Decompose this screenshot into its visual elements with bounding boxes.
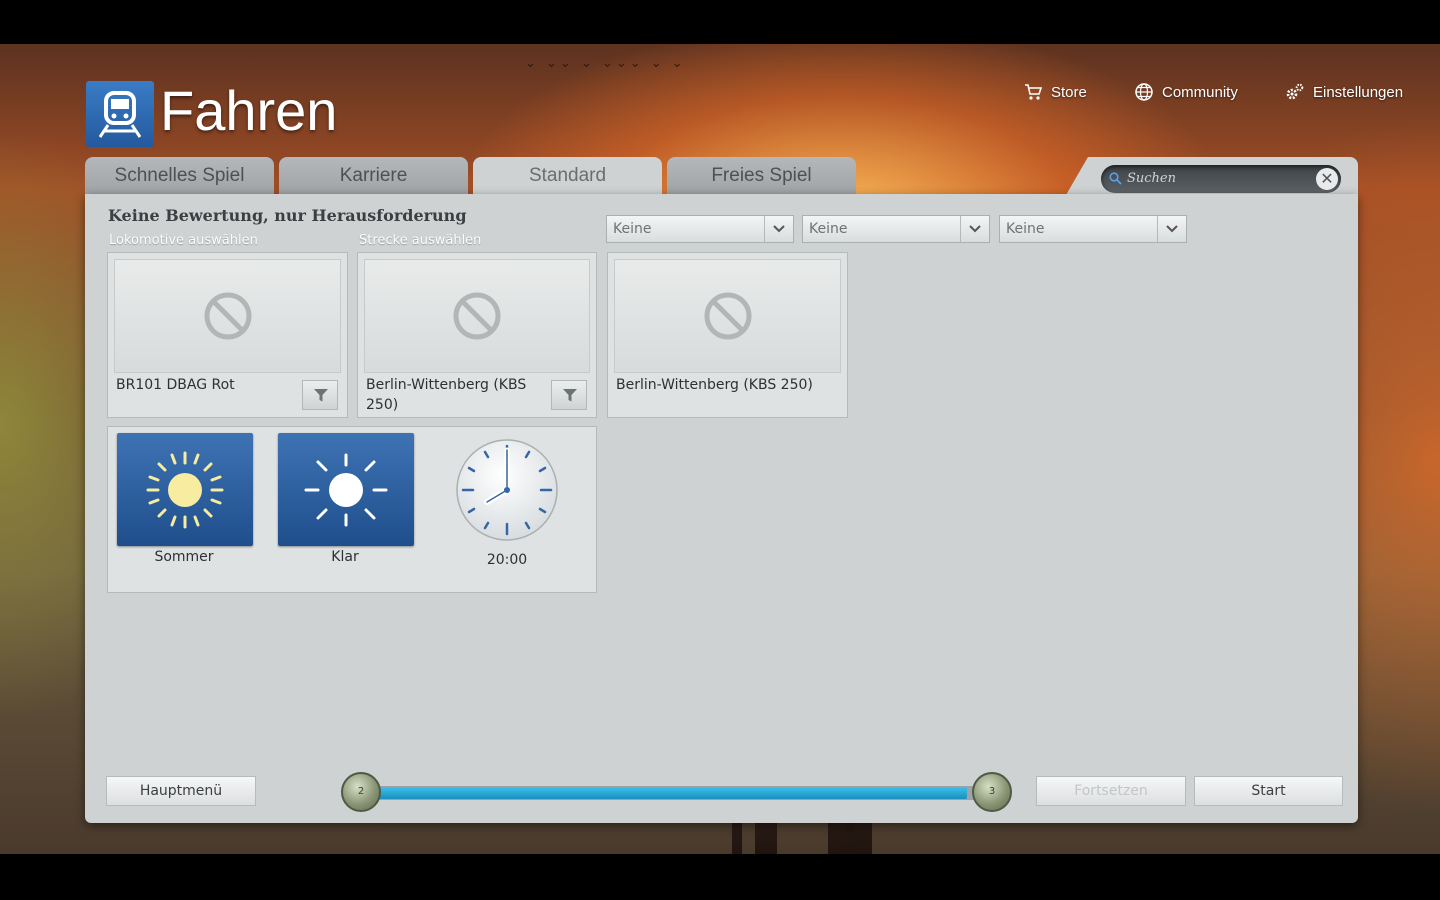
- time-selector[interactable]: [455, 438, 559, 542]
- route-thumbnail: [364, 259, 590, 373]
- tab-karriere[interactable]: Karriere: [279, 157, 468, 195]
- birds-decoration: ⌄ ⌄⌄ ⌄ ⌄⌄⌄ ⌄ ⌄: [525, 56, 686, 71]
- dropdown-value: Keine: [809, 221, 848, 237]
- train-icon: [86, 81, 154, 147]
- community-label: Community: [1162, 83, 1238, 101]
- scenario-name: Berlin-Wittenberg (KBS 250): [616, 377, 813, 393]
- progress-fill: [360, 787, 967, 799]
- dropdown-value: Keine: [1006, 221, 1045, 237]
- clear-search-button[interactable]: ✕: [1316, 168, 1338, 190]
- gears-icon: [1286, 83, 1304, 100]
- search-input[interactable]: [1125, 170, 1309, 187]
- mode-heading: Keine Bewertung, nur Herausforderung: [108, 206, 467, 225]
- search-icon: [1109, 172, 1122, 185]
- scenario-thumbnail: [614, 259, 841, 373]
- filter-icon: [563, 389, 577, 402]
- dropdown-value: Keine: [613, 221, 652, 237]
- globe-icon: [1135, 83, 1153, 101]
- settings-link[interactable]: Einstellungen: [1285, 82, 1403, 102]
- loco-thumbnail: [114, 259, 341, 373]
- weather-tile[interactable]: [278, 433, 414, 546]
- loco-name: BR101 DBAG Rot: [116, 377, 235, 393]
- clear-sun-icon: [304, 453, 388, 527]
- loco-filter-button[interactable]: [302, 380, 338, 410]
- store-link[interactable]: Store: [1023, 82, 1087, 102]
- season-tile[interactable]: [117, 433, 253, 546]
- step-start-marker: 2: [341, 772, 381, 812]
- weather-label: Klar: [331, 549, 359, 565]
- close-icon: ✕: [1320, 169, 1334, 188]
- clock-icon: [456, 439, 558, 541]
- loco-section-label: Lokomotive auswählen: [109, 233, 258, 248]
- season-label: Sommer: [154, 549, 214, 565]
- loco-card[interactable]: BR101 DBAG Rot: [107, 252, 348, 418]
- continue-button[interactable]: Fortsetzen: [1036, 776, 1186, 806]
- filter-icon: [314, 389, 328, 402]
- store-label: Store: [1051, 83, 1087, 101]
- filter-dropdown-1[interactable]: Keine: [606, 215, 794, 243]
- filter-dropdown-3[interactable]: Keine: [999, 215, 1187, 243]
- chevron-down-icon: [764, 216, 793, 242]
- progress-bar: [360, 786, 992, 800]
- tab-standard[interactable]: Standard: [473, 157, 662, 197]
- cart-icon: [1025, 84, 1043, 100]
- chevron-down-icon: [1157, 216, 1186, 242]
- tab-freies-spiel[interactable]: Freies Spiel: [667, 157, 856, 195]
- no-image-icon: [204, 292, 251, 340]
- route-card[interactable]: Berlin-Wittenberg (KBS 250): [357, 252, 597, 418]
- route-filter-button[interactable]: [551, 380, 587, 410]
- step-end-marker: 3: [972, 772, 1012, 812]
- app-title: Fahren: [160, 79, 338, 142]
- sun-icon: [146, 451, 224, 529]
- filter-dropdown-2[interactable]: Keine: [802, 215, 990, 243]
- community-link[interactable]: Community: [1134, 82, 1238, 102]
- route-name: Berlin-Wittenberg (KBS 250): [366, 377, 527, 413]
- scenario-card[interactable]: Berlin-Wittenberg (KBS 250): [607, 252, 848, 418]
- no-image-icon: [453, 292, 501, 340]
- chevron-down-icon: [960, 216, 989, 242]
- no-image-icon: [704, 292, 751, 340]
- route-section-label: Strecke auswählen: [359, 233, 482, 248]
- settings-label: Einstellungen: [1313, 83, 1404, 101]
- start-button[interactable]: Start: [1194, 776, 1343, 806]
- search-box: ✕: [1101, 165, 1341, 193]
- tab-schnelles-spiel[interactable]: Schnelles Spiel: [85, 157, 274, 195]
- time-label: 20:00: [486, 552, 528, 568]
- main-menu-button[interactable]: Hauptmenü: [106, 776, 256, 806]
